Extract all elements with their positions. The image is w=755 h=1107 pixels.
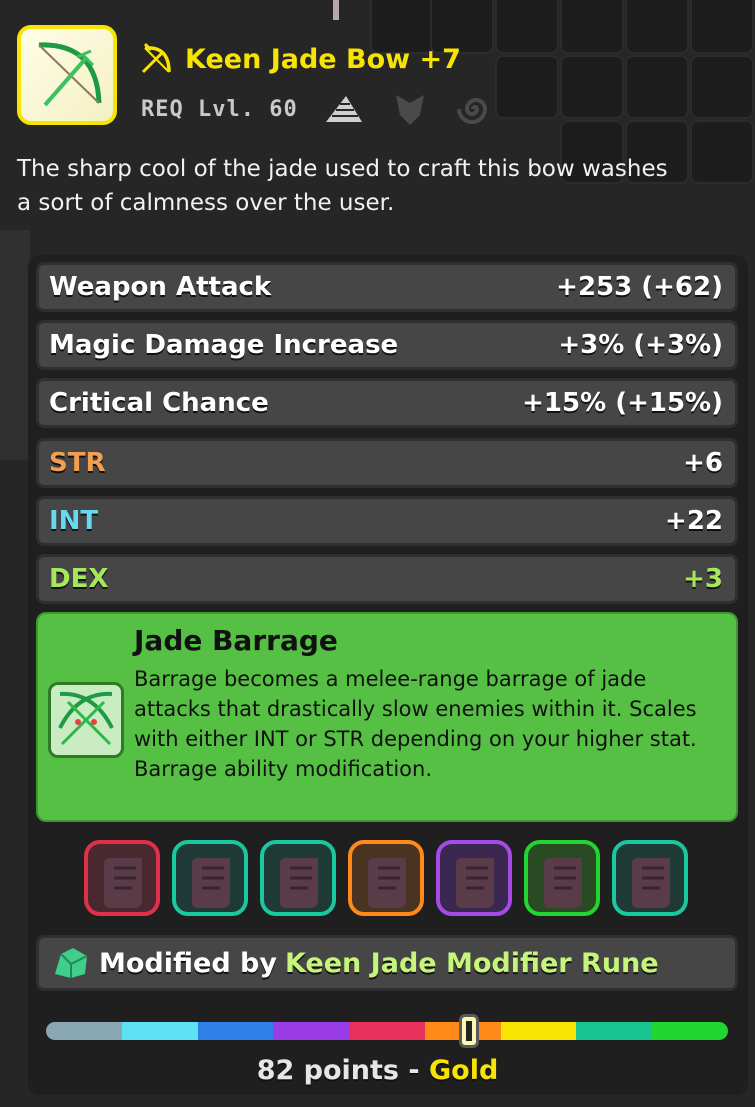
bow-icon xyxy=(141,42,171,74)
title-row: Keen Jade Bow +7 xyxy=(141,39,461,79)
quality-bar xyxy=(46,1022,728,1040)
quality-segment xyxy=(46,1022,122,1040)
stat-row-dex: DEX +3 xyxy=(36,554,738,604)
stat-value: +22 xyxy=(665,506,723,536)
stat-row-str: STR +6 xyxy=(36,438,738,488)
scroll-icon xyxy=(192,858,230,908)
rune-slot[interactable] xyxy=(348,840,424,916)
background-divider xyxy=(333,0,339,20)
scroll-icon xyxy=(632,858,670,908)
ranger-class-icon xyxy=(325,96,362,122)
stat-value: +15% (+15%) xyxy=(522,388,723,418)
ability-description: Barrage becomes a melee-range barrage of… xyxy=(134,667,697,781)
crossed-bows-icon xyxy=(48,682,124,758)
modifier-row: Modified by Keen Jade Modifier Rune xyxy=(36,935,738,991)
jade-bow-icon xyxy=(17,25,117,125)
rune-slot[interactable] xyxy=(436,840,512,916)
armor-class-icon xyxy=(395,95,424,125)
rune-slot[interactable] xyxy=(524,840,600,916)
quality-points: 82 points - Gold xyxy=(0,1055,755,1086)
quality-segment xyxy=(652,1022,728,1040)
ability-box: Jade Barrage Barrage becomes a melee-ran… xyxy=(36,612,738,822)
points-value: 82 points xyxy=(256,1055,399,1086)
scroll-icon xyxy=(280,858,318,908)
stat-label: Critical Chance xyxy=(49,388,269,418)
quality-segment xyxy=(121,1022,198,1040)
modifier-name: Keen Jade Modifier Rune xyxy=(284,947,659,979)
rune-slot[interactable] xyxy=(260,840,336,916)
quality-segment xyxy=(197,1022,274,1040)
quality-segment xyxy=(349,1022,425,1040)
item-header: Keen Jade Bow +7 REQ Lvl. 60 xyxy=(17,25,755,135)
modifier-prefix: Modified by xyxy=(99,947,277,979)
rune-slots xyxy=(84,840,694,916)
item-name: Keen Jade Bow +7 xyxy=(185,43,461,75)
stat-label: DEX xyxy=(49,564,109,594)
level-requirement: REQ Lvl. 60 xyxy=(141,96,298,122)
requirement-row: REQ Lvl. 60 xyxy=(141,91,494,127)
stat-label: STR xyxy=(49,448,106,478)
stat-label: INT xyxy=(49,506,99,536)
stat-row-int: INT +22 xyxy=(36,496,738,546)
stat-value: +6 xyxy=(683,448,723,478)
background-side-strip xyxy=(0,230,30,460)
scroll-icon xyxy=(544,858,582,908)
stat-row-critical-chance: Critical Chance +15% (+15%) xyxy=(36,378,738,428)
scroll-icon xyxy=(368,858,406,908)
jade-gem-icon xyxy=(55,948,88,978)
ability-title: Jade Barrage xyxy=(134,624,338,657)
stat-label: Weapon Attack xyxy=(49,272,272,302)
stat-row-weapon-attack: Weapon Attack +253 (+62) xyxy=(36,262,738,312)
rune-slot[interactable] xyxy=(84,840,160,916)
scroll-icon xyxy=(104,858,142,908)
rune-slot[interactable] xyxy=(612,840,688,916)
quality-segment xyxy=(576,1022,653,1040)
stat-row-magic-damage: Magic Damage Increase +3% (+3%) xyxy=(36,320,738,370)
scroll-icon xyxy=(456,858,494,908)
quality-segment xyxy=(273,1022,350,1040)
stat-label: Magic Damage Increase xyxy=(49,330,399,360)
quality-marker xyxy=(458,1014,479,1048)
stat-value: +3% (+3%) xyxy=(558,330,723,360)
rune-slot[interactable] xyxy=(172,840,248,916)
stat-value: +3 xyxy=(683,564,723,594)
quality-tier: Gold xyxy=(429,1055,499,1086)
item-description: The sharp cool of the jade used to craft… xyxy=(17,156,668,216)
spiral-class-icon xyxy=(456,98,487,124)
stat-value: +253 (+62) xyxy=(556,272,723,302)
quality-segment xyxy=(500,1022,577,1040)
points-separator: - xyxy=(399,1055,430,1086)
